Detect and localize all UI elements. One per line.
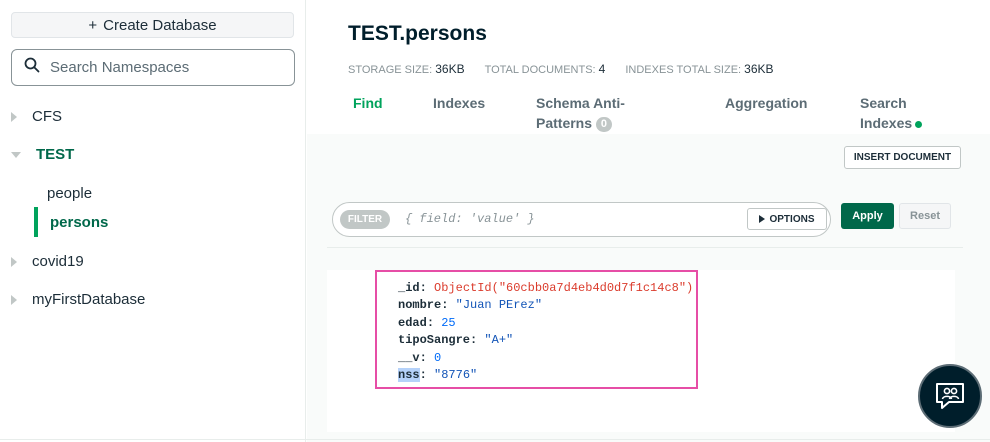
options-label: OPTIONS bbox=[769, 213, 815, 225]
field-key: __v bbox=[398, 350, 420, 365]
stat-value: 36KB bbox=[435, 62, 465, 76]
field-row[interactable]: __v: 0 bbox=[398, 350, 693, 367]
create-database-button[interactable]: + Create Database bbox=[11, 12, 294, 38]
field-key: nombre bbox=[398, 298, 442, 313]
collection-item-people[interactable]: people bbox=[47, 185, 92, 202]
document-fields: _id: ObjectId("60cbb0a7d4eb4d0d7f1c14c8"… bbox=[398, 280, 693, 384]
apply-button[interactable]: Apply bbox=[841, 203, 894, 229]
chevron-down-icon[interactable] bbox=[11, 151, 21, 158]
tab-label: Schema Anti- bbox=[536, 95, 625, 111]
collection-view: TEST.persons STORAGE SIZE: 36KB TOTAL DO… bbox=[307, 0, 990, 442]
field-row[interactable]: tipoSangre: "A+" bbox=[398, 332, 693, 349]
filter-bar[interactable]: FILTER { field: 'value' } OPTIONS bbox=[332, 202, 831, 237]
field-key: tipoSangre bbox=[398, 333, 471, 348]
field-key: nss bbox=[398, 368, 420, 383]
filter-label: FILTER bbox=[340, 210, 390, 229]
stat-value: 36KB bbox=[744, 62, 774, 76]
stat-label: STORAGE SIZE: bbox=[348, 64, 433, 76]
field-value: 0 bbox=[434, 350, 442, 365]
caret-right-icon bbox=[759, 215, 766, 223]
tab-aggregation[interactable]: Aggregation bbox=[725, 93, 807, 113]
stat-value: 4 bbox=[598, 62, 606, 76]
storage-size-stat: STORAGE SIZE: 36KB bbox=[348, 62, 465, 76]
create-database-label: Create Database bbox=[103, 16, 217, 34]
collection-name: people bbox=[47, 185, 93, 202]
db-item-myfirstdatabase[interactable]: myFirstDatabase bbox=[11, 291, 145, 308]
collection-item-persons[interactable]: persons bbox=[50, 214, 108, 231]
db-item-test[interactable]: TEST bbox=[11, 146, 74, 163]
db-name: TEST bbox=[36, 146, 75, 163]
chevron-right-icon[interactable] bbox=[11, 256, 17, 267]
search-input[interactable] bbox=[50, 59, 280, 76]
field-row[interactable]: nombre: "Juan PErez" bbox=[398, 297, 693, 314]
field-row[interactable]: nss: "8776" bbox=[398, 367, 693, 384]
tab-search-indexes[interactable]: Search Indexes bbox=[860, 93, 923, 133]
tab-schema-anti-patterns[interactable]: Schema Anti- Patterns 0 bbox=[536, 93, 625, 133]
namespace-search[interactable] bbox=[11, 49, 295, 86]
field-key: _id bbox=[398, 281, 420, 295]
collection-name: persons bbox=[50, 214, 109, 231]
field-value: ObjectId("60cbb0a7d4eb4d0d7f1c14c8") bbox=[434, 281, 694, 295]
stat-label: INDEXES TOTAL SIZE: bbox=[625, 64, 742, 76]
chevron-right-icon[interactable] bbox=[11, 111, 17, 122]
field-value: 25 bbox=[441, 315, 456, 330]
documents-workspace: INSERT DOCUMENT FILTER { field: 'value' … bbox=[307, 134, 990, 442]
field-key: edad bbox=[398, 315, 427, 330]
collection-stats: STORAGE SIZE: 36KB TOTAL DOCUMENTS: 4 IN… bbox=[348, 62, 774, 76]
options-button[interactable]: OPTIONS bbox=[747, 208, 827, 230]
filter-input[interactable]: { field: 'value' } bbox=[405, 212, 535, 226]
search-icon bbox=[24, 57, 40, 78]
plus-icon: + bbox=[88, 16, 98, 34]
db-item-cfs[interactable]: CFS bbox=[11, 108, 62, 125]
divider bbox=[327, 247, 963, 248]
reset-button[interactable]: Reset bbox=[899, 203, 951, 229]
chat-people-icon bbox=[936, 383, 964, 409]
tab-label: Indexes bbox=[860, 115, 913, 131]
db-name: myFirstDatabase bbox=[32, 291, 146, 308]
chevron-right-icon[interactable] bbox=[11, 294, 17, 305]
sidebar: + Create Database CFS TEST people person… bbox=[0, 0, 306, 442]
count-badge: 0 bbox=[595, 116, 613, 132]
field-value: "A+" bbox=[484, 333, 514, 348]
collection-title: TEST.persons bbox=[348, 22, 487, 45]
tab-find[interactable]: Find bbox=[353, 93, 383, 113]
db-item-covid19[interactable]: covid19 bbox=[11, 253, 84, 270]
indexes-size-stat: INDEXES TOTAL SIZE: 36KB bbox=[625, 62, 773, 76]
stat-label: TOTAL DOCUMENTS: bbox=[484, 64, 596, 76]
field-row[interactable]: edad: 25 bbox=[398, 315, 693, 332]
insert-document-button[interactable]: INSERT DOCUMENT bbox=[844, 146, 961, 169]
active-collection-indicator bbox=[34, 207, 38, 237]
status-dot bbox=[915, 120, 923, 128]
total-documents-stat: TOTAL DOCUMENTS: 4 bbox=[485, 62, 606, 76]
tab-label: Search bbox=[860, 95, 907, 111]
field-value: "8776" bbox=[434, 368, 478, 383]
tab-label: Patterns bbox=[536, 115, 593, 131]
field-value: "Juan PErez" bbox=[455, 298, 543, 313]
bottom-divider bbox=[0, 439, 990, 440]
tab-indexes[interactable]: Indexes bbox=[433, 93, 485, 113]
field-row[interactable]: _id: ObjectId("60cbb0a7d4eb4d0d7f1c14c8"… bbox=[398, 280, 693, 297]
document-card[interactable]: _id: ObjectId("60cbb0a7d4eb4d0d7f1c14c8"… bbox=[327, 270, 955, 432]
db-name: CFS bbox=[32, 108, 62, 125]
chat-assistant-button[interactable] bbox=[918, 364, 982, 428]
db-name: covid19 bbox=[32, 253, 84, 270]
